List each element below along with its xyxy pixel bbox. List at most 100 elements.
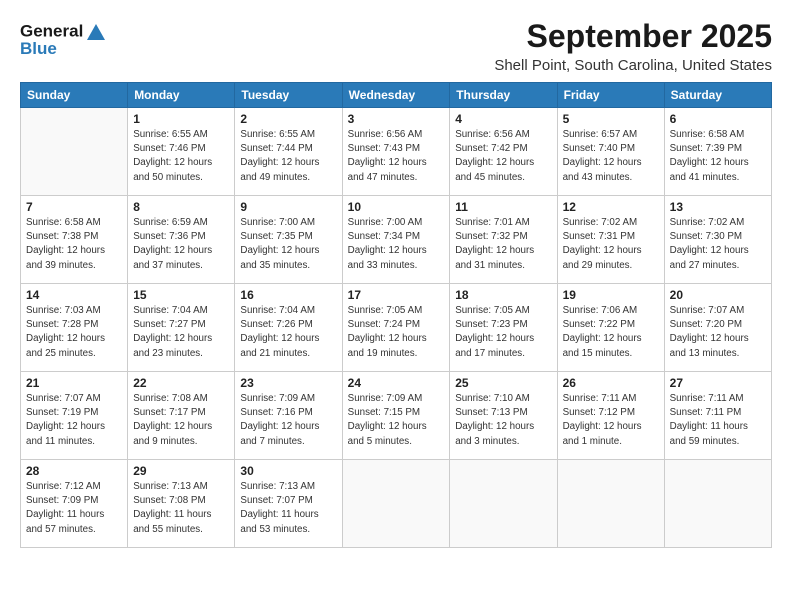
day-info: Sunrise: 7:11 AMSunset: 7:12 PMDaylight:… bbox=[563, 392, 659, 449]
calendar-header-monday: Monday bbox=[128, 83, 235, 108]
day-number: 3 bbox=[348, 112, 445, 126]
calendar-day-cell: 21 Sunrise: 7:07 AMSunset: 7:19 PMDayligh… bbox=[21, 372, 128, 460]
calendar-day-cell: 12Sunrise: 7:02 AMSunset: 7:31 PMDayligh… bbox=[557, 196, 664, 284]
day-number: 18 bbox=[455, 288, 551, 302]
calendar-day-cell: 13Sunrise: 7:02 AMSunset: 7:30 PMDayligh… bbox=[664, 196, 771, 284]
calendar-day-cell: 16 Sunrise: 7:04 AMSunset: 7:26 PMDayligh… bbox=[235, 284, 342, 372]
calendar-day-cell: 15Sunrise: 7:04 AMSunset: 7:27 PMDayligh… bbox=[128, 284, 235, 372]
calendar-day-cell: 5Sunrise: 6:57 AMSunset: 7:40 PMDaylight… bbox=[557, 108, 664, 196]
calendar-day-cell: 17Sunrise: 7:05 AMSunset: 7:24 PMDayligh… bbox=[342, 284, 450, 372]
header-area: General Blue September 2025 Shell Point,… bbox=[20, 18, 772, 74]
day-number: 29 bbox=[133, 464, 229, 478]
day-number: 4 bbox=[455, 112, 551, 126]
day-info: Sunrise: 7:10 AMSunset: 7:13 PMDaylight:… bbox=[455, 392, 551, 449]
day-number: 27 bbox=[670, 376, 766, 390]
calendar-day-cell: 23 Sunrise: 7:09 AMSunset: 7:16 PMDayligh… bbox=[235, 372, 342, 460]
location-title: Shell Point, South Carolina, United Stat… bbox=[494, 57, 772, 74]
day-number: 28 bbox=[26, 464, 122, 478]
day-number: 30 bbox=[240, 464, 336, 478]
day-number: 21 bbox=[26, 376, 122, 390]
calendar-day-cell: 2 Sunrise: 6:55 AMSunset: 7:44 PMDaylight… bbox=[235, 108, 342, 196]
calendar-day-cell: 28Sunrise: 7:12 AMSunset: 7:09 PMDayligh… bbox=[21, 460, 128, 548]
day-info: Sunrise: 7:13 AMSunset: 7:08 PMDaylight:… bbox=[133, 480, 229, 537]
calendar-day-cell bbox=[557, 460, 664, 548]
day-number: 1 bbox=[133, 112, 229, 126]
calendar-header-thursday: Thursday bbox=[450, 83, 557, 108]
calendar-day-cell: 19 Sunrise: 7:06 AMSunset: 7:22 PMDayligh… bbox=[557, 284, 664, 372]
day-number: 10 bbox=[348, 200, 445, 214]
calendar-day-cell: 6 Sunrise: 6:58 AMSunset: 7:39 PMDaylight… bbox=[664, 108, 771, 196]
day-number: 6 bbox=[670, 112, 766, 126]
calendar-day-cell: 20 Sunrise: 7:07 AMSunset: 7:20 PMDayligh… bbox=[664, 284, 771, 372]
day-info: Sunrise: 7:03 AMSunset: 7:28 PMDaylight:… bbox=[26, 304, 122, 361]
day-info: Sunrise: 7:05 AMSunset: 7:23 PMDaylight:… bbox=[455, 304, 551, 361]
day-number: 7 bbox=[26, 200, 122, 214]
day-number: 25 bbox=[455, 376, 551, 390]
calendar-week-row: 21 Sunrise: 7:07 AMSunset: 7:19 PMDayligh… bbox=[21, 372, 772, 460]
calendar-header-tuesday: Tuesday bbox=[235, 83, 342, 108]
calendar-day-cell bbox=[450, 460, 557, 548]
day-number: 2 bbox=[240, 112, 336, 126]
calendar-day-cell: 4Sunrise: 6:56 AMSunset: 7:42 PMDaylight… bbox=[450, 108, 557, 196]
day-info: Sunrise: 6:56 AMSunset: 7:43 PMDaylight:… bbox=[348, 128, 445, 185]
calendar-day-cell: 26Sunrise: 7:11 AMSunset: 7:12 PMDayligh… bbox=[557, 372, 664, 460]
calendar-day-cell: 14Sunrise: 7:03 AMSunset: 7:28 PMDayligh… bbox=[21, 284, 128, 372]
calendar-day-cell: 8 Sunrise: 6:59 AMSunset: 7:36 PMDaylight… bbox=[128, 196, 235, 284]
calendar-header-friday: Friday bbox=[557, 83, 664, 108]
day-info: Sunrise: 7:08 AMSunset: 7:17 PMDaylight:… bbox=[133, 392, 229, 449]
title-area: September 2025 Shell Point, South Caroli… bbox=[494, 18, 772, 74]
day-info: Sunrise: 6:59 AMSunset: 7:36 PMDaylight:… bbox=[133, 216, 229, 273]
calendar-day-cell: 3 Sunrise: 6:56 AMSunset: 7:43 PMDaylight… bbox=[342, 108, 450, 196]
calendar-day-cell: 7 Sunrise: 6:58 AMSunset: 7:38 PMDaylight… bbox=[21, 196, 128, 284]
day-number: 16 bbox=[240, 288, 336, 302]
calendar-day-cell: 18 Sunrise: 7:05 AMSunset: 7:23 PMDayligh… bbox=[450, 284, 557, 372]
day-number: 24 bbox=[348, 376, 445, 390]
calendar-header-saturday: Saturday bbox=[664, 83, 771, 108]
day-info: Sunrise: 7:01 AMSunset: 7:32 PMDaylight:… bbox=[455, 216, 551, 273]
calendar-day-cell: 1 Sunrise: 6:55 AMSunset: 7:46 PMDaylight… bbox=[128, 108, 235, 196]
day-info: Sunrise: 6:58 AMSunset: 7:39 PMDaylight:… bbox=[670, 128, 766, 185]
day-info: Sunrise: 7:00 AMSunset: 7:35 PMDaylight:… bbox=[240, 216, 336, 273]
calendar-week-row: 14Sunrise: 7:03 AMSunset: 7:28 PMDayligh… bbox=[21, 284, 772, 372]
calendar-day-cell: 22 Sunrise: 7:08 AMSunset: 7:17 PMDayligh… bbox=[128, 372, 235, 460]
day-info: Sunrise: 7:04 AMSunset: 7:26 PMDaylight:… bbox=[240, 304, 336, 361]
day-number: 5 bbox=[563, 112, 659, 126]
calendar-day-cell: 29 Sunrise: 7:13 AMSunset: 7:08 PMDayligh… bbox=[128, 460, 235, 548]
day-number: 19 bbox=[563, 288, 659, 302]
calendar-header-wednesday: Wednesday bbox=[342, 83, 450, 108]
day-info: Sunrise: 6:55 AMSunset: 7:44 PMDaylight:… bbox=[240, 128, 336, 185]
day-info: Sunrise: 7:04 AMSunset: 7:27 PMDaylight:… bbox=[133, 304, 229, 361]
day-number: 22 bbox=[133, 376, 229, 390]
calendar-week-row: 7 Sunrise: 6:58 AMSunset: 7:38 PMDaylight… bbox=[21, 196, 772, 284]
calendar-day-cell bbox=[664, 460, 771, 548]
calendar-day-cell: 27 Sunrise: 7:11 AMSunset: 7:11 PMDayligh… bbox=[664, 372, 771, 460]
calendar-week-row: 1 Sunrise: 6:55 AMSunset: 7:46 PMDaylight… bbox=[21, 108, 772, 196]
calendar-header-sunday: Sunday bbox=[21, 83, 128, 108]
day-info: Sunrise: 7:09 AMSunset: 7:16 PMDaylight:… bbox=[240, 392, 336, 449]
day-info: Sunrise: 7:13 AMSunset: 7:07 PMDaylight:… bbox=[240, 480, 336, 537]
day-info: Sunrise: 6:58 AMSunset: 7:38 PMDaylight:… bbox=[26, 216, 122, 273]
day-number: 11 bbox=[455, 200, 551, 214]
day-number: 8 bbox=[133, 200, 229, 214]
day-number: 20 bbox=[670, 288, 766, 302]
day-number: 13 bbox=[670, 200, 766, 214]
calendar-day-cell: 10 Sunrise: 7:00 AMSunset: 7:34 PMDayligh… bbox=[342, 196, 450, 284]
calendar-day-cell: 11 Sunrise: 7:01 AMSunset: 7:32 PMDayligh… bbox=[450, 196, 557, 284]
day-number: 12 bbox=[563, 200, 659, 214]
day-info: Sunrise: 6:55 AMSunset: 7:46 PMDaylight:… bbox=[133, 128, 229, 185]
calendar-day-cell: 9Sunrise: 7:00 AMSunset: 7:35 PMDaylight… bbox=[235, 196, 342, 284]
calendar-day-cell bbox=[21, 108, 128, 196]
calendar-week-row: 28Sunrise: 7:12 AMSunset: 7:09 PMDayligh… bbox=[21, 460, 772, 548]
logo-line2: Blue bbox=[20, 40, 107, 59]
day-info: Sunrise: 7:11 AMSunset: 7:11 PMDaylight:… bbox=[670, 392, 766, 449]
day-info: Sunrise: 7:07 AMSunset: 7:20 PMDaylight:… bbox=[670, 304, 766, 361]
day-number: 23 bbox=[240, 376, 336, 390]
logo: General Blue bbox=[20, 22, 107, 59]
calendar-day-cell: 25 Sunrise: 7:10 AMSunset: 7:13 PMDayligh… bbox=[450, 372, 557, 460]
day-info: Sunrise: 7:09 AMSunset: 7:15 PMDaylight:… bbox=[348, 392, 445, 449]
calendar-day-cell: 24 Sunrise: 7:09 AMSunset: 7:15 PMDayligh… bbox=[342, 372, 450, 460]
day-info: Sunrise: 7:07 AMSunset: 7:19 PMDaylight:… bbox=[26, 392, 122, 449]
day-info: Sunrise: 7:00 AMSunset: 7:34 PMDaylight:… bbox=[348, 216, 445, 273]
day-number: 17 bbox=[348, 288, 445, 302]
day-info: Sunrise: 7:06 AMSunset: 7:22 PMDaylight:… bbox=[563, 304, 659, 361]
